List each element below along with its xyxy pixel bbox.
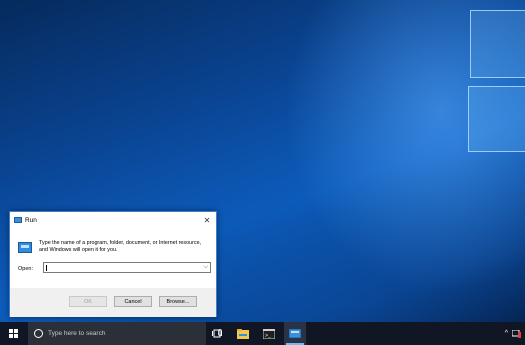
command-prompt-button[interactable]: >_ (258, 322, 280, 345)
close-button[interactable]: ✕ (198, 212, 216, 228)
chevron-down-icon[interactable]: ⌵ (203, 264, 208, 271)
taskbar: Type here to search >_ ^ (0, 322, 525, 345)
start-button[interactable] (0, 322, 26, 345)
windows-start-icon (8, 329, 18, 338)
button-row: OK Cancel Browse... (10, 288, 216, 317)
open-input[interactable]: ⌵ (43, 262, 211, 273)
wallpaper-pane-top-left (470, 10, 525, 78)
system-tray: ^ (505, 322, 521, 345)
close-icon: ✕ (203, 215, 211, 225)
run-taskbar-button[interactable] (284, 322, 306, 345)
run-app-icon (289, 329, 301, 338)
run-dialog: Run ✕ Type the name of a program, folder… (9, 211, 217, 317)
file-explorer-button[interactable] (232, 322, 254, 345)
wallpaper-pane-bottom-left (468, 86, 525, 152)
search-box[interactable]: Type here to search (28, 322, 222, 345)
show-hidden-icons-button[interactable]: ^ (505, 330, 508, 337)
task-view-button[interactable] (206, 322, 228, 345)
search-placeholder: Type here to search (48, 330, 106, 337)
run-icon (18, 242, 32, 253)
task-view-icon (212, 329, 222, 338)
title-bar[interactable]: Run ✕ (10, 212, 216, 228)
cancel-button[interactable]: Cancel (114, 296, 152, 307)
file-explorer-icon (237, 328, 249, 339)
dialog-title: Run (25, 216, 37, 224)
ok-button[interactable]: OK (69, 296, 107, 307)
dialog-body: Type the name of a program, folder, docu… (10, 228, 216, 288)
cortana-icon (34, 329, 43, 338)
run-app-icon (14, 217, 22, 223)
open-label: Open: (18, 266, 33, 272)
text-caret (46, 265, 47, 271)
svg-text:>_: >_ (265, 333, 272, 339)
instructions-text: Type the name of a program, folder, docu… (39, 240, 202, 253)
network-icon[interactable] (512, 329, 521, 338)
browse-button[interactable]: Browse... (159, 296, 197, 307)
command-prompt-icon: >_ (263, 328, 275, 339)
